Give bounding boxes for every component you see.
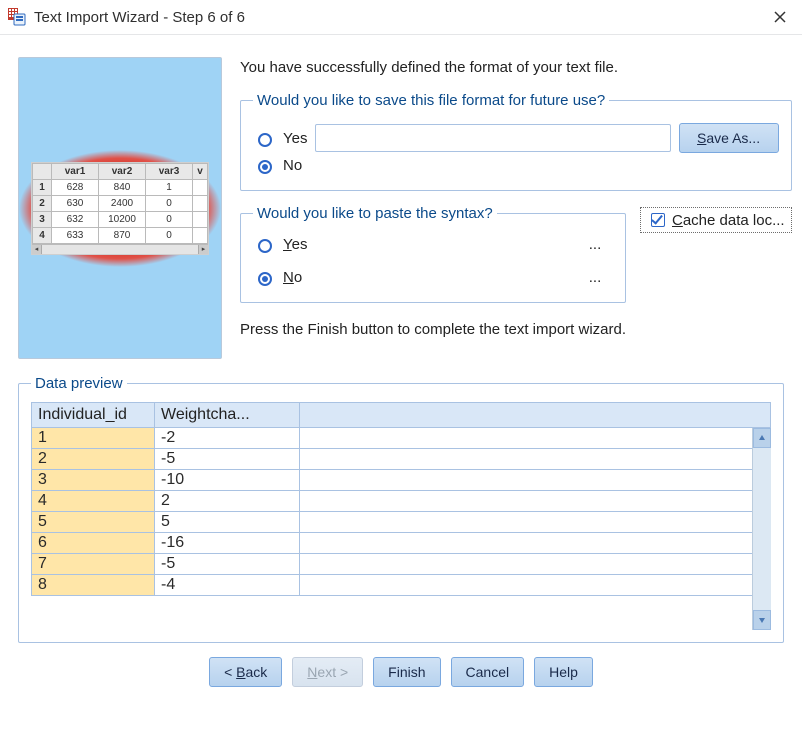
save-format-legend: Would you like to save this file format …: [253, 92, 609, 109]
close-button[interactable]: [766, 3, 794, 31]
save-format-no-radio[interactable]: [258, 160, 272, 174]
save-format-yes-label[interactable]: Yes: [283, 130, 307, 147]
table-row: 2-5: [32, 449, 771, 470]
window-title: Text Import Wizard - Step 6 of 6: [34, 9, 766, 26]
titlebar: Text Import Wizard - Step 6 of 6: [0, 0, 802, 35]
save-format-yes-radio[interactable]: [258, 133, 272, 147]
scroll-down-arrow[interactable]: [753, 610, 771, 630]
paste-syntax-yes-radio[interactable]: [258, 239, 272, 253]
table-row: 8-4: [32, 575, 771, 596]
save-format-filename-input[interactable]: [315, 124, 670, 152]
table-row: 6-16: [32, 533, 771, 554]
table-row: 42: [32, 491, 771, 512]
illustration-panel: var1 var2 var3 v 1 628 840 1: [18, 57, 222, 359]
next-button[interactable]: Next >: [292, 657, 363, 687]
back-button[interactable]: < Back: [209, 657, 282, 687]
column-header-empty: [300, 403, 771, 428]
content-area: var1 var2 var3 v 1 628 840 1: [0, 35, 802, 697]
press-finish-message: Press the Finish button to complete the …: [240, 321, 792, 338]
illustration-scrollbar: ◂▸: [32, 244, 208, 254]
success-message: You have successfully defined the format…: [240, 59, 792, 76]
column-header[interactable]: Weightcha...: [155, 403, 300, 428]
paste-syntax-yes-label[interactable]: Yes: [283, 236, 307, 253]
paste-syntax-yes-options[interactable]: ...: [577, 236, 613, 253]
cache-data-checkbox[interactable]: Cache data loc...: [640, 207, 792, 233]
cancel-button[interactable]: Cancel: [451, 657, 525, 687]
paste-syntax-group: Would you like to paste the syntax? Yes …: [240, 205, 626, 303]
paste-syntax-no-radio[interactable]: [258, 272, 272, 286]
paste-syntax-legend: Would you like to paste the syntax?: [253, 205, 497, 222]
table-row: 7-5: [32, 554, 771, 575]
cache-data-check[interactable]: [651, 213, 665, 227]
finish-button[interactable]: Finish: [373, 657, 440, 687]
scroll-up-arrow[interactable]: [753, 428, 771, 448]
data-preview-group: Data preview Individual_id Weightcha... …: [18, 375, 784, 643]
table-row: 3-10: [32, 470, 771, 491]
data-preview-legend: Data preview: [31, 375, 127, 392]
save-format-no-label[interactable]: No: [283, 157, 302, 174]
table-row: 55: [32, 512, 771, 533]
preview-scrollbar[interactable]: [752, 428, 771, 630]
wizard-buttons: < Back Next > Finish Cancel Help: [18, 657, 784, 687]
data-preview-table: Individual_id Weightcha... 1-2 2-5 3-10 …: [31, 402, 771, 596]
table-header-row: Individual_id Weightcha...: [32, 403, 771, 428]
app-icon: [8, 8, 26, 26]
table-row: 1-2: [32, 428, 771, 449]
save-as-button[interactable]: Save As...: [679, 123, 779, 153]
help-button[interactable]: Help: [534, 657, 593, 687]
illustration-grid: var1 var2 var3 v 1 628 840 1: [31, 162, 209, 255]
paste-syntax-no-label[interactable]: No: [283, 269, 302, 286]
column-header[interactable]: Individual_id: [32, 403, 155, 428]
paste-syntax-no-options[interactable]: ...: [577, 269, 613, 286]
save-format-group: Would you like to save this file format …: [240, 92, 792, 191]
